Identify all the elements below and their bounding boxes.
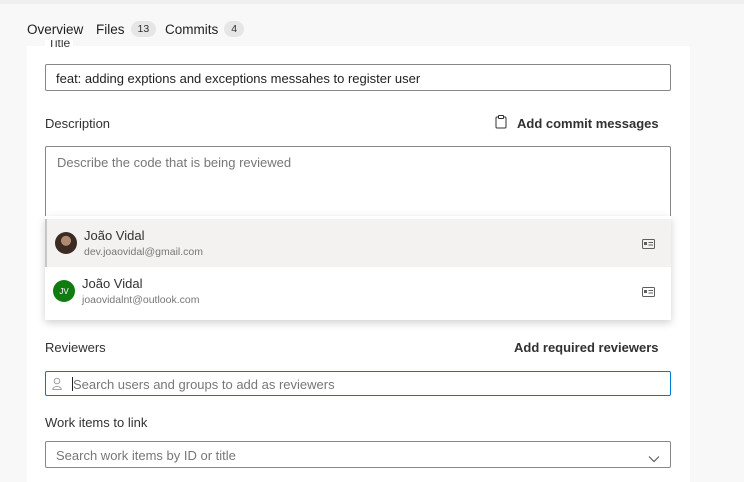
description-placeholder: Describe the code that is being reviewed (57, 155, 292, 170)
add-commit-messages-label: Add commit messages (517, 116, 659, 131)
suggestion-name: João Vidal (84, 228, 145, 243)
contact-card-icon[interactable] (642, 284, 655, 302)
chevron-down-icon[interactable] (648, 450, 660, 468)
avatar (55, 232, 77, 254)
description-textarea[interactable]: Describe the code that is being reviewed (45, 146, 671, 216)
add-commit-messages-button[interactable]: Add commit messages (495, 115, 659, 132)
contact-card-icon[interactable] (642, 236, 655, 254)
person-icon (52, 377, 62, 395)
add-required-reviewers-button[interactable]: Add required reviewers (514, 340, 659, 355)
work-items-field[interactable] (45, 441, 671, 468)
title-value: feat: adding exptions and exceptions mes… (56, 71, 421, 86)
title-label: Title (45, 40, 74, 50)
reviewer-suggestions-dropdown: João Vidal dev.joaovidal@gmail.com JV Jo… (45, 216, 671, 320)
clipboard-icon (495, 115, 517, 132)
tab-commits[interactable]: Commits 4 (165, 15, 245, 43)
reviewers-label: Reviewers (45, 340, 106, 355)
work-items-search-input[interactable] (56, 447, 636, 464)
tab-commits-count: 4 (224, 21, 245, 37)
work-items-label: Work items to link (45, 415, 148, 430)
suggestion-item[interactable]: JV João Vidal joaovidalnt@outlook.com (45, 267, 671, 315)
suggestion-email: joaovidalnt@outlook.com (82, 294, 200, 306)
reviewers-search-input[interactable] (73, 375, 653, 393)
tab-overview[interactable]: Overview (27, 15, 83, 43)
right-gutter (690, 46, 744, 482)
description-label: Description (45, 116, 111, 131)
tab-overview-label: Overview (27, 21, 84, 37)
tab-commits-label: Commits (165, 21, 219, 37)
tab-files-label: Files (96, 21, 125, 37)
tab-bar: Overview Files 13 Commits 4 (0, 4, 744, 48)
tab-files[interactable]: Files 13 (96, 15, 157, 43)
suggestion-item[interactable]: João Vidal dev.joaovidal@gmail.com (45, 219, 671, 267)
reviewers-search-field[interactable] (45, 371, 671, 396)
tab-files-count: 13 (130, 21, 157, 37)
title-field[interactable]: feat: adding exptions and exceptions mes… (45, 64, 671, 91)
suggestion-name: João Vidal (82, 276, 143, 291)
suggestion-email: dev.joaovidal@gmail.com (84, 246, 204, 258)
avatar: JV (53, 280, 75, 302)
